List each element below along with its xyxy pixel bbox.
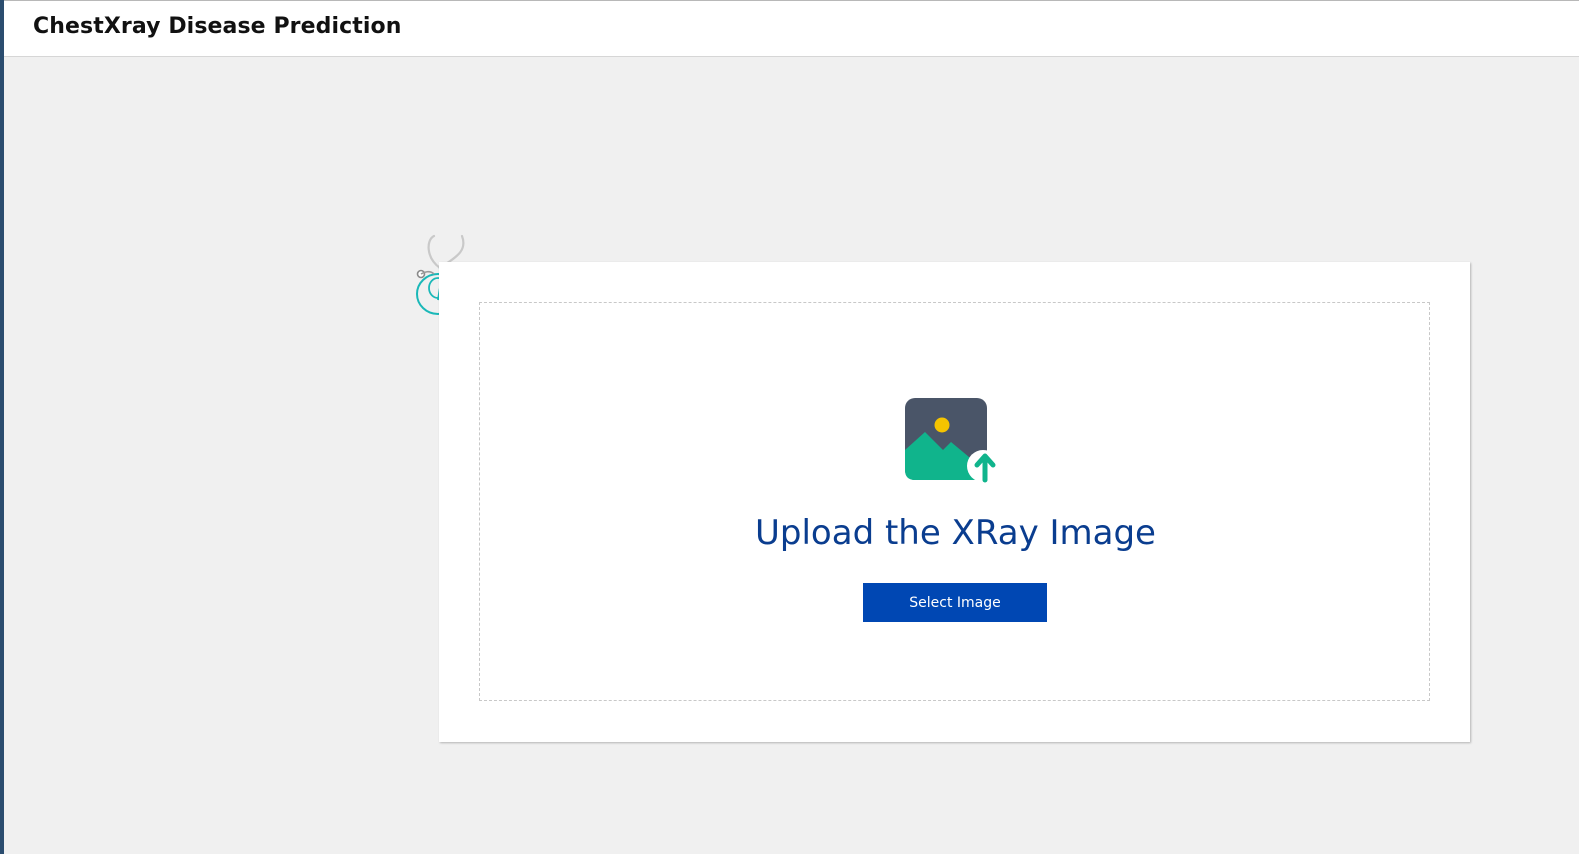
image-dropzone[interactable]: Upload the XRay Image Select Image [479,302,1430,701]
select-image-button[interactable]: Select Image [863,583,1047,622]
app-title: ChestXray Disease Prediction [33,14,402,39]
left-accent-stripe [0,0,4,854]
app-header: ChestXray Disease Prediction [4,0,1579,57]
upload-card: Upload the XRay Image Select Image [439,262,1470,742]
image-upload-icon [905,398,999,483]
upload-heading: Upload the XRay Image [755,513,1156,553]
